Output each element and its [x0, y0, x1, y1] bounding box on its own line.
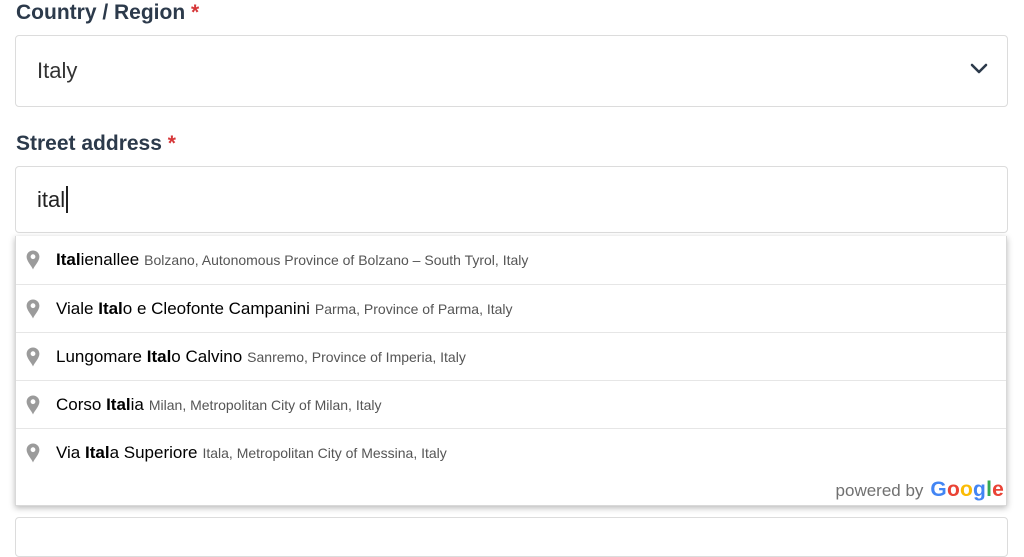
powered-by-google: powered by Google	[836, 478, 1004, 502]
map-pin-icon	[26, 299, 40, 318]
google-logo: Google	[930, 478, 1004, 502]
suggestion-prefix: Corso	[56, 394, 107, 414]
autocomplete-suggestion[interactable]: Viale Italo e Cleofonte Campanini Parma, …	[16, 284, 1006, 332]
google-logo-letter: G	[930, 478, 947, 501]
map-pin-icon	[26, 347, 40, 366]
autocomplete-suggestion[interactable]: Lungomare Italo Calvino Sanremo, Province…	[16, 332, 1006, 380]
suggestion-match: Ital	[98, 298, 123, 318]
suggestion-suffix: a Superiore	[109, 442, 198, 462]
street-address-label-text: Street address	[16, 132, 162, 155]
suggestion-main-text: Corso Italia	[56, 395, 144, 415]
google-logo-letter: g	[973, 478, 987, 501]
powered-by-text: powered by	[835, 481, 924, 500]
map-pin-icon	[26, 443, 40, 462]
autocomplete-suggestion[interactable]: Corso Italia Milan, Metropolitan City of …	[16, 380, 1006, 428]
suggestion-main-text: Lungomare Italo Calvino	[56, 347, 242, 367]
autocomplete-suggestion[interactable]: Via Itala Superiore Itala, Metropolitan C…	[16, 428, 1006, 476]
suggestion-prefix: Lungomare	[56, 346, 147, 366]
suggestion-main-text: Italienallee	[56, 250, 139, 270]
country-select[interactable]: Italy	[15, 35, 1008, 107]
text-cursor	[66, 186, 69, 213]
next-address-input[interactable]	[15, 517, 1008, 557]
map-pin-icon	[26, 250, 40, 270]
suggestion-match: Ital	[85, 442, 110, 462]
suggestion-suffix: ienallee	[80, 250, 140, 269]
suggestion-prefix: Viale	[56, 298, 99, 318]
suggestion-suffix: ia	[130, 394, 144, 414]
suggestion-secondary-text: Parma, Province of Parma, Italy	[314, 300, 513, 317]
country-label: Country / Region *	[16, 0, 199, 26]
street-address-label: Street address *	[16, 131, 176, 157]
suggestion-match: Ital	[56, 250, 81, 269]
suggestion-suffix: o Calvino	[171, 346, 243, 366]
street-address-value: ital	[37, 186, 66, 212]
country-label-text: Country / Region	[16, 1, 186, 24]
suggestion-match: Ital	[146, 346, 172, 366]
suggestion-secondary-text: Bolzano, Autonomous Province of Bolzano …	[144, 252, 529, 268]
suggestion-match: Ital	[106, 394, 131, 414]
google-logo-letter: e	[992, 478, 1004, 501]
google-logo-letter: o	[946, 478, 960, 501]
suggestion-prefix: Via	[56, 442, 85, 462]
suggestion-main-text: Viale Italo e Cleofonte Campanini	[56, 299, 310, 319]
suggestion-secondary-text: Milan, Metropolitan City of Milan, Italy	[148, 396, 382, 413]
map-pin-icon	[26, 395, 40, 414]
suggestion-suffix: o e Cleofonte Campanini	[122, 298, 310, 318]
autocomplete-suggestion[interactable]: Italienallee Bolzano, Autonomous Province…	[16, 236, 1006, 284]
country-select-value: Italy	[37, 58, 78, 83]
required-asterisk: *	[191, 1, 200, 24]
autocomplete-dropdown: Italienallee Bolzano, Autonomous Province…	[15, 236, 1007, 506]
google-logo-letter: o	[960, 478, 974, 501]
suggestion-secondary-text: Itala, Metropolitan City of Messina, Ita…	[202, 444, 447, 461]
suggestion-main-text: Via Itala Superiore	[56, 443, 197, 463]
street-address-input[interactable]: ital	[15, 166, 1008, 233]
suggestion-secondary-text: Sanremo, Province of Imperia, Italy	[247, 348, 466, 365]
required-asterisk: *	[167, 132, 176, 155]
chevron-down-icon	[970, 63, 988, 74]
